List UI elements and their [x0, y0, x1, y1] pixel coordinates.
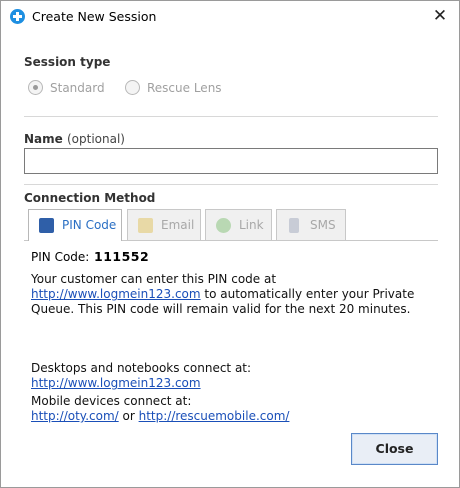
window-title: Create New Session [32, 9, 157, 24]
close-icon[interactable]: ✕ [427, 4, 453, 28]
session-name-input[interactable] [24, 148, 438, 174]
radio-circle [125, 80, 140, 95]
connection-method-label: Connection Method [24, 191, 156, 205]
name-optional-hint: (optional) [66, 132, 125, 146]
add-session-icon [10, 9, 25, 24]
radio-circle [28, 80, 43, 95]
divider [24, 116, 438, 117]
desktops-connect-link[interactable]: http://www.logmein123.com [31, 376, 201, 390]
tab-link[interactable]: Link [205, 209, 272, 240]
or-text: or [118, 409, 139, 423]
mobile-connect-label: Mobile devices connect at: [31, 394, 192, 408]
desktops-link-row: http://www.logmein123.com [31, 376, 201, 390]
tab-email-label: Email [161, 218, 195, 232]
pin-code-label: PIN Code: [31, 250, 90, 264]
connection-method-tabs: PIN Code Email Link SMS [24, 209, 438, 241]
pin-code-icon [39, 218, 54, 233]
tab-sms[interactable]: SMS [276, 209, 346, 240]
sms-icon [289, 218, 299, 233]
tab-link-label: Link [239, 218, 264, 232]
name-label-text: Name [24, 132, 63, 146]
mobile-links-row: http://oty.com/ or http://rescuemobile.c… [31, 409, 289, 423]
pin-code-value: 111552 [94, 249, 150, 264]
tab-sms-label: SMS [310, 218, 336, 232]
email-icon [138, 218, 153, 233]
title-bar[interactable]: Create New Session ✕ [1, 1, 459, 32]
logmein123-link[interactable]: http://www.logmein123.com [31, 287, 201, 301]
oty-link[interactable]: http://oty.com/ [31, 409, 119, 423]
tab-pin-code[interactable]: PIN Code [28, 209, 122, 241]
radio-standard-label: Standard [50, 81, 105, 95]
tab-email[interactable]: Email [127, 209, 201, 240]
radio-dot [33, 85, 38, 90]
name-label: Name (optional) [24, 132, 125, 146]
session-type-label: Session type [24, 55, 111, 69]
rescuemobile-link[interactable]: http://rescuemobile.com/ [139, 409, 290, 423]
radio-rescue-lens-label: Rescue Lens [147, 81, 222, 95]
tab-pin-code-label: PIN Code [62, 218, 117, 232]
link-icon [216, 218, 231, 233]
divider [24, 184, 438, 185]
pin-instructions: Your customer can enter this PIN code at… [31, 272, 431, 317]
desktops-connect-label: Desktops and notebooks connect at: [31, 361, 252, 375]
create-session-dialog: Create New Session ✕ Session type Standa… [0, 0, 460, 488]
close-button[interactable]: Close [351, 433, 438, 465]
pin-instructions-text: Your customer can enter this PIN code at [31, 272, 277, 286]
